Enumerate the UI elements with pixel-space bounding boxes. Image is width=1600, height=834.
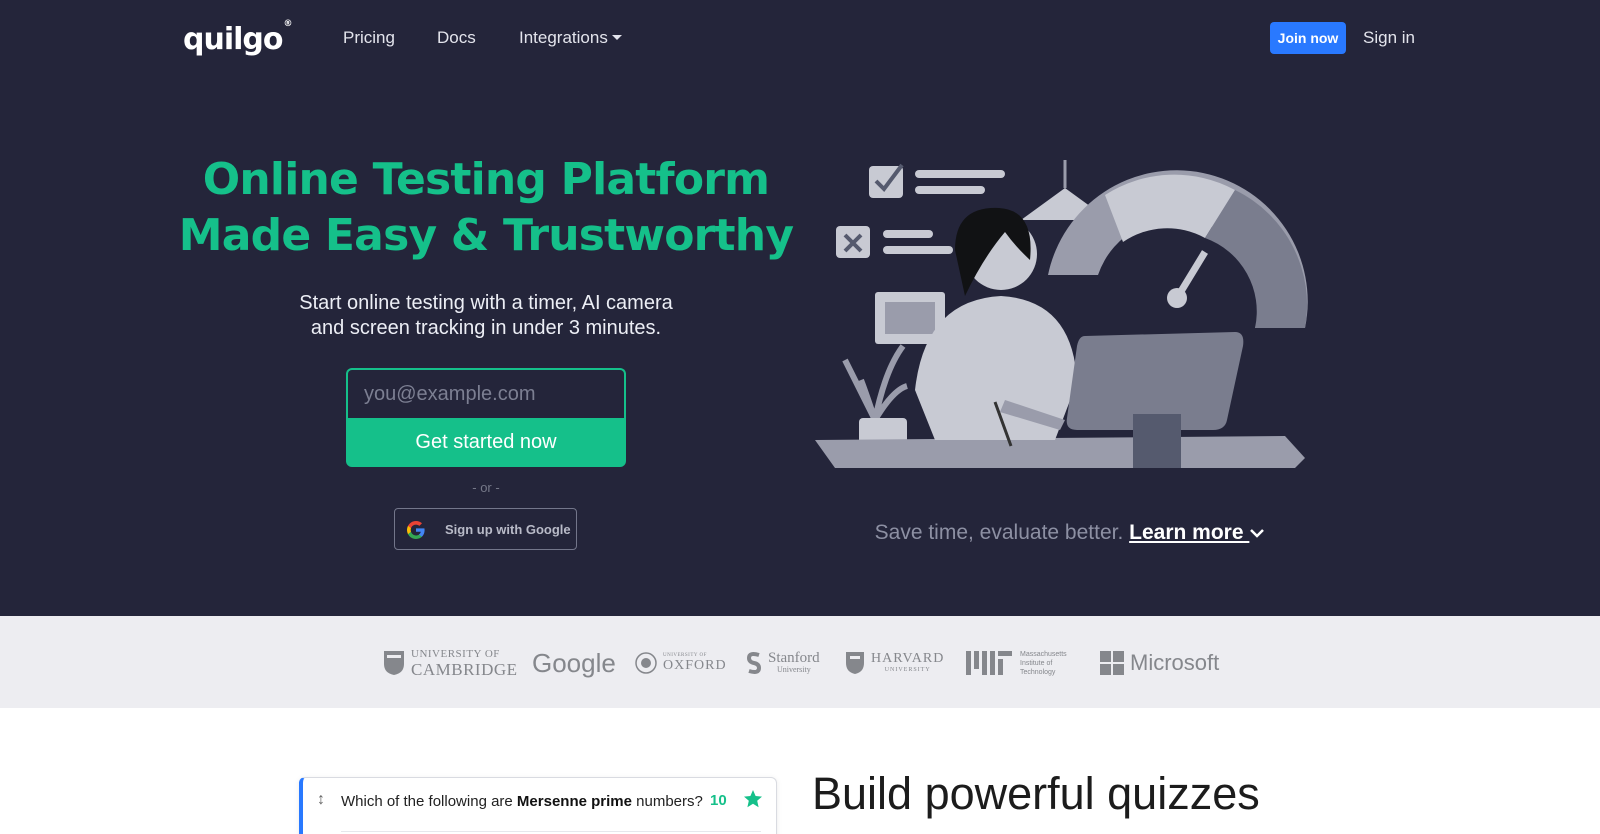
nav-pricing-link[interactable]: Pricing (343, 27, 395, 49)
nav-docs-link[interactable]: Docs (437, 27, 476, 49)
mit-line-1: Massachusetts (1020, 650, 1067, 658)
harvard-small-text: UNIVERSITY (884, 667, 931, 673)
harvard-shield-icon (846, 652, 864, 674)
harvard-big-text: HARVARD (871, 651, 945, 666)
microsoft-logo: Microsoft (1100, 648, 1219, 678)
mit-line-2: Institute of (1020, 659, 1053, 667)
mit-logo: Massachusetts Institute of Technology (966, 648, 1067, 678)
tagline-text: Save time, evaluate better. (874, 521, 1124, 544)
quiz-question-suffix: numbers? (631, 793, 703, 810)
mit-wordmark: Massachusetts Institute of Technology (1020, 650, 1067, 677)
stanford-wordmark: Stanford University (768, 651, 820, 675)
registered-mark: ® (283, 19, 293, 29)
email-input[interactable] (346, 368, 626, 418)
nav-integrations-label: Integrations (519, 28, 608, 47)
harvard-wordmark: HARVARD UNIVERSITY (871, 652, 944, 674)
quiz-points-value: 10 (710, 792, 727, 809)
learn-more-label: Learn more (1129, 521, 1244, 544)
harvard-logo: HARVARD UNIVERSITY (845, 648, 944, 678)
quiz-question-text: Which of the following are Mersenne prim… (341, 793, 703, 810)
join-now-button[interactable]: Join now (1270, 22, 1346, 54)
star-icon[interactable] (743, 789, 763, 809)
learn-more-link[interactable]: Learn more (1129, 521, 1265, 544)
oxford-logo: UNIVERSITY OF OXFORD (635, 648, 727, 678)
hero-illustration (815, 160, 1308, 468)
quiz-question-prefix: Which of the following are (341, 793, 517, 810)
mit-mark-icon (966, 651, 1012, 675)
logo-text: quilgo (183, 22, 283, 57)
trusted-by-logos: UNIVERSITY OF CAMBRIDGE Google UNIVERSITY… (0, 616, 1600, 708)
get-started-button[interactable]: Get started now (346, 418, 626, 467)
hero-title-line-1: Online Testing Platform (202, 154, 770, 205)
hero-subtitle: Start online testing with a timer, AI ca… (270, 291, 702, 341)
section-heading: Build powerful quizzes (812, 768, 1260, 819)
quiz-question-bold: Mersenne prime (516, 793, 632, 810)
hero-title: Online Testing Platform Made Easy & Trus… (150, 152, 822, 264)
microsoft-squares-icon (1100, 651, 1124, 675)
hero-section: quilgo® Pricing Docs Integrations Join n… (0, 0, 1600, 616)
stanford-logo: Stanford University (746, 648, 820, 678)
google-g-icon (407, 521, 425, 539)
quilgo-logo[interactable]: quilgo® (183, 18, 292, 58)
mit-line-3: Technology (1020, 668, 1056, 676)
stanford-small-text: University (776, 665, 811, 674)
oxford-big-text: OXFORD (663, 658, 727, 673)
cambridge-crest-icon (384, 651, 404, 675)
nav-integrations-dropdown[interactable]: Integrations (519, 27, 622, 49)
sign-in-link[interactable]: Sign in (1363, 27, 1415, 49)
stanford-s-icon (746, 652, 762, 674)
google-wordmark: Google (532, 647, 616, 678)
google-logo: Google (532, 648, 616, 678)
oxford-seal-icon (635, 652, 657, 674)
hero-subtitle-line-2: and screen tracking in under 3 minutes. (310, 317, 662, 339)
hero-subtitle-line-1: Start online testing with a timer, AI ca… (299, 292, 673, 314)
google-signup-button[interactable]: Sign up with Google (394, 508, 577, 550)
quiz-divider (341, 831, 761, 832)
quiz-question-card[interactable]: ↕ Which of the following are Mersenne pr… (299, 777, 777, 834)
chevron-down-icon (1250, 529, 1265, 538)
tagline-row: Save time, evaluate better. Learn more (800, 520, 1340, 546)
google-signup-label: Sign up with Google (445, 521, 571, 537)
drag-handle-icon[interactable]: ↕ (317, 791, 325, 809)
hero-title-line-2: Made Easy & Trustworthy (178, 210, 794, 261)
microsoft-wordmark: Microsoft (1130, 650, 1220, 675)
stanford-big-text: Stanford (768, 650, 820, 666)
cambridge-logo: UNIVERSITY OF CAMBRIDGE (383, 648, 518, 678)
cambridge-big-text: CAMBRIDGE (411, 660, 518, 679)
or-divider: - or - (472, 480, 500, 495)
oxford-wordmark: UNIVERSITY OF OXFORD (663, 653, 727, 673)
caret-down-icon (611, 35, 622, 40)
cambridge-wordmark: UNIVERSITY OF CAMBRIDGE (411, 648, 518, 678)
